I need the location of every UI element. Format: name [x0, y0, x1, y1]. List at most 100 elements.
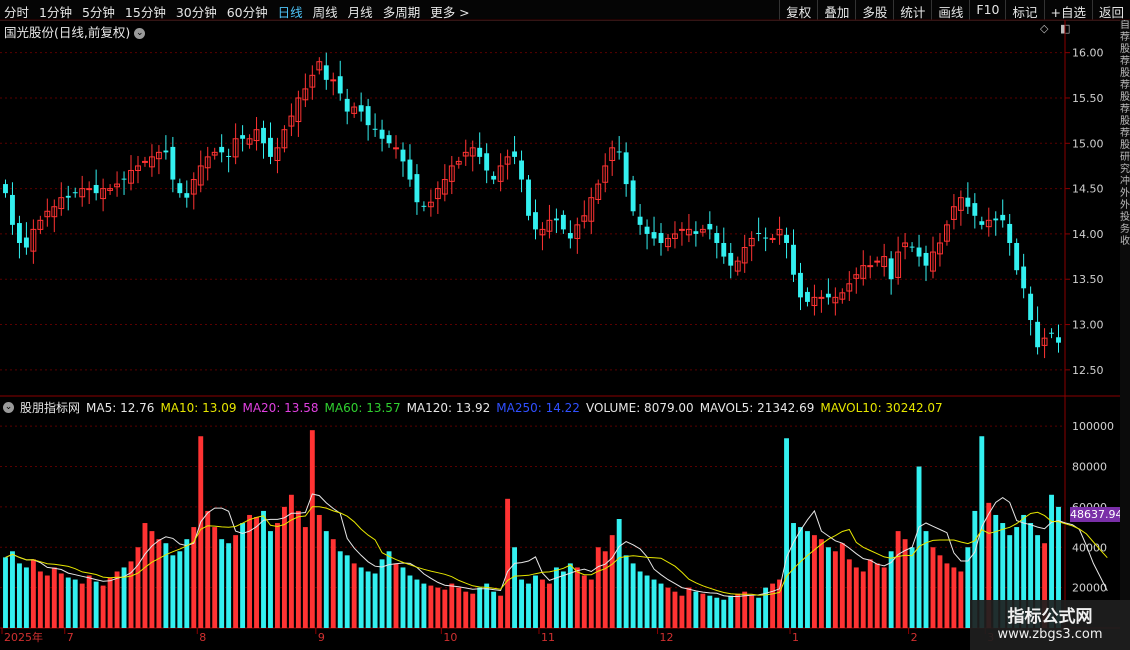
candle-body-down: [637, 216, 643, 225]
candle-body-down: [491, 175, 497, 180]
kline-chart[interactable]: 16.00 15.50 15.00 14.50 14.00 13.50 13.00 12.50…: [0, 0, 1130, 650]
volume-bar: [233, 535, 239, 628]
strip-char: 投: [1120, 212, 1130, 223]
candle-body-down: [1049, 332, 1054, 334]
volume-bar: [44, 575, 50, 628]
candle-body-down: [400, 149, 406, 162]
volume-bar: [330, 539, 336, 628]
volume-bar: [909, 547, 915, 628]
volume-bar: [881, 567, 887, 628]
volume-bar: [560, 571, 566, 628]
volume-bar: [170, 555, 176, 628]
watermark: 指标公式网 www.zbgs3.com: [970, 600, 1130, 650]
strip-char: 自: [1120, 20, 1130, 31]
volume-bar: [358, 567, 364, 628]
time-tick-label: 7: [67, 631, 74, 644]
volume-bar: [212, 527, 218, 628]
strip-char: 荐: [1120, 128, 1130, 139]
candle-body-down: [651, 232, 657, 239]
indicator-legend-item: MA5: 12.76: [86, 400, 155, 415]
volume-bar: [581, 575, 587, 628]
price-tick-label: 14.50: [1072, 183, 1104, 196]
candle-body-up: [867, 265, 874, 268]
volume-bar: [323, 531, 329, 628]
volume-bar: [65, 577, 71, 628]
candle-body-down: [658, 233, 664, 243]
volume-bar: [156, 539, 162, 628]
volume-bar: [721, 599, 727, 628]
candle-body-up: [818, 296, 825, 299]
volume-bar: [958, 571, 964, 628]
volume-bar: [665, 587, 671, 628]
volume-bar: [79, 583, 85, 628]
indicator-legend: ⌄ 股朋指标网 MA5: 12.76 MA10: 13.09 MA20: 13.58…: [3, 399, 943, 416]
volume-bar: [637, 571, 643, 628]
volume-bar: [309, 430, 315, 628]
volume-bar: [818, 539, 824, 628]
candle-body-down: [972, 203, 978, 216]
volume-bar: [693, 591, 699, 628]
volume-bar: [30, 559, 36, 628]
volume-tick-label: 80000: [1072, 461, 1107, 474]
strip-char: 股: [1120, 92, 1130, 103]
strip-char: 究: [1120, 164, 1130, 175]
volume-bar: [470, 593, 476, 628]
price-tick-label: 14.00: [1072, 228, 1104, 241]
volume-bar: [923, 531, 929, 628]
volume-bar: [658, 583, 664, 628]
chevron-down-icon[interactable]: ⌄: [3, 402, 14, 413]
volume-bar: [400, 567, 406, 628]
volume-bar: [135, 547, 141, 628]
indicator-legend-item: VOLUME: 8079.00: [585, 400, 694, 415]
watermark-url: www.zbgs3.com: [997, 627, 1103, 642]
candle-body-down: [184, 193, 190, 198]
volume-bar: [742, 591, 748, 628]
strip-char: 研: [1120, 152, 1130, 163]
strip-char: 股: [1120, 44, 1130, 55]
price-tick-label: 12.50: [1072, 364, 1104, 377]
candle-body-down: [993, 218, 999, 221]
volume-bar: [484, 583, 490, 628]
volume-bar: [707, 595, 713, 628]
volume-bar: [379, 559, 385, 628]
time-tick-label: 11: [541, 631, 555, 644]
volume-bar: [937, 555, 943, 628]
volume-bar: [268, 531, 273, 628]
strip-char: 外: [1120, 200, 1130, 211]
candle-body-down: [825, 293, 831, 298]
volume-bar: [393, 563, 399, 628]
volume-bar: [295, 510, 301, 628]
volume-bar: [372, 573, 378, 628]
volume-bar: [512, 547, 518, 628]
volume-bar: [93, 581, 99, 628]
volume-bar: [951, 567, 957, 628]
candle-body-up: [86, 188, 93, 191]
volume-bar: [609, 535, 615, 628]
volume-bar: [498, 595, 504, 628]
volume-bar: [477, 587, 483, 628]
candle-body-down: [268, 137, 273, 157]
candle-body-down: [888, 258, 894, 280]
volume-tick-label: 100000: [1072, 420, 1114, 433]
volume-bar: [686, 587, 692, 628]
candle-body-down: [379, 129, 385, 139]
volume-bar: [630, 563, 636, 628]
candle-body-down: [170, 146, 176, 180]
candle-body-down: [177, 183, 183, 194]
volume-bar: [505, 498, 511, 628]
candle-body-down: [979, 221, 985, 225]
indicator-name: 股朋指标网: [20, 401, 81, 415]
volume-bar: [644, 575, 650, 628]
candle-body-down: [798, 272, 803, 298]
volume-bar: [546, 583, 552, 628]
candle-body-down: [512, 151, 518, 157]
volume-bar: [58, 573, 64, 628]
candle-body-down: [616, 151, 622, 153]
volume-bar: [902, 539, 908, 628]
volume-bar: [805, 531, 810, 628]
candle-body-down: [1007, 223, 1013, 243]
volume-bar: [595, 547, 601, 628]
volume-bar: [16, 563, 22, 628]
indicator-legend-item: MA10: 13.09: [160, 400, 237, 415]
candle-body-down: [1000, 214, 1006, 221]
